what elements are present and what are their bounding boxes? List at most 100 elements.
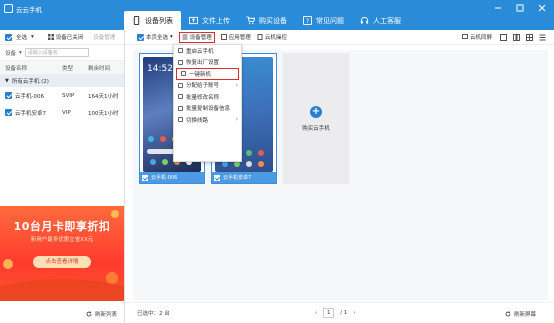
column-header-type: 类型 xyxy=(62,65,74,72)
buy-device-card[interactable]: + 购买云手机 xyxy=(283,53,349,184)
chevron-down-icon: ▾ xyxy=(170,34,173,40)
search-scope-label[interactable]: 设备 xyxy=(5,49,16,57)
copy-icon xyxy=(178,105,183,111)
group-label: 所有云手机 (2) xyxy=(11,79,49,85)
view-grid-medium-icon[interactable] xyxy=(513,33,520,41)
view-grid-small-icon[interactable] xyxy=(526,33,533,41)
pagination: ‹ 1 / 1 › xyxy=(315,308,356,318)
device-remaining: 164天1小时 xyxy=(88,93,119,100)
buy-device-label: 购买云手机 xyxy=(302,125,330,132)
menu-item-new-device[interactable]: 一键新机 xyxy=(176,68,239,80)
svg-text:?: ? xyxy=(306,18,309,25)
column-header-remaining: 剩余时间 xyxy=(88,65,111,72)
upload-icon xyxy=(189,16,198,25)
device-manage-button[interactable]: 设备管理 xyxy=(178,31,215,43)
search-input[interactable]: 请输入设备名 xyxy=(24,48,89,57)
edit-icon xyxy=(178,94,183,100)
cloud-control-button[interactable]: 云机操控 xyxy=(257,33,287,41)
restart-icon xyxy=(178,48,183,54)
device-group[interactable]: ▼ 所有云手机 (2) xyxy=(0,75,124,87)
search-bar: 设备 ▾ 请输入设备名 xyxy=(0,45,124,60)
menu-item-batch-copy[interactable]: 批量复制设备信息 xyxy=(174,103,241,115)
tab-faq[interactable]: ? 常见问题 xyxy=(295,11,352,30)
select-page-check-icon xyxy=(137,33,144,41)
monitor-icon xyxy=(462,34,468,39)
select-page-checkbox[interactable]: 本页全选 ▾ xyxy=(137,33,173,41)
page-total: / 1 xyxy=(340,310,348,316)
menu-item-switch-line[interactable]: 切换线路 › xyxy=(174,114,241,126)
refresh-icon xyxy=(86,311,92,317)
menu-item-restart[interactable]: 重启云手机 xyxy=(174,45,241,57)
device-name: 云手机-006 xyxy=(15,93,44,100)
set-closed-button[interactable]: 设备已关闭 xyxy=(47,33,83,41)
close-icon[interactable] xyxy=(537,3,546,12)
view-grid-large-icon[interactable] xyxy=(500,33,507,41)
cart-icon xyxy=(246,16,255,25)
chevron-right-icon: › xyxy=(235,81,238,89)
device-checkbox[interactable] xyxy=(214,174,220,181)
main-panel: 本页全选 ▾ 设备管理 应用管理 云机操控 云机同屏 14:52 云手机-006… xyxy=(125,30,554,323)
column-header-name: 设备名称 xyxy=(5,65,28,72)
minimize-icon[interactable] xyxy=(493,3,502,12)
app-logo-icon xyxy=(4,4,13,13)
promo-headline: 10台月卡即享折扣 xyxy=(13,220,111,233)
sync-screen-button[interactable]: 云机同屏 xyxy=(462,33,492,41)
promo-subtitle: 新用户最多优惠立省XX元 xyxy=(30,237,94,243)
prev-page-icon[interactable]: ‹ xyxy=(315,310,317,316)
device-card-footer: 云手机安卓7 xyxy=(212,172,276,183)
select-all-checkbox[interactable] xyxy=(5,33,12,41)
device-card-footer: 云手机-006 xyxy=(140,172,204,183)
device-card-name: 云手机-006 xyxy=(151,175,178,181)
promo-banner[interactable]: 10台月卡即享折扣 新用户最多优惠立省XX元 点击查看详情 xyxy=(0,206,124,301)
device-table-header: 设备名称 类型 剩余时间 xyxy=(0,60,124,75)
app-manage-button[interactable]: 应用管理 xyxy=(220,33,251,41)
switch-icon xyxy=(178,117,183,123)
apps-icon xyxy=(220,34,227,40)
tab-device-list[interactable]: 设备列表 xyxy=(124,11,181,30)
device-type: SVIP xyxy=(62,92,75,99)
grid-icon xyxy=(47,34,54,40)
chevron-right-icon: › xyxy=(235,116,238,123)
new-device-icon xyxy=(181,71,186,77)
tab-file-upload[interactable]: 文件上传 xyxy=(181,11,238,30)
tab-customer-service[interactable]: 人工客服 xyxy=(352,11,409,30)
menu-item-factory-reset[interactable]: 恢复出厂设置 xyxy=(174,57,241,69)
select-dropdown-icon[interactable]: ▾ xyxy=(31,34,34,40)
refresh-list-button[interactable]: 刷新列表 xyxy=(86,310,117,318)
tab-buy-device[interactable]: 购买设备 xyxy=(238,11,295,30)
expand-triangle-icon: ▼ xyxy=(5,78,9,84)
menu-item-batch-rename[interactable]: 批量修改名称 xyxy=(174,91,241,103)
menu-item-assign-subaccount[interactable]: 分配给子账号 › xyxy=(174,80,241,92)
view-list-icon[interactable] xyxy=(539,34,546,41)
device-card-name: 云手机安卓7 xyxy=(223,175,252,181)
question-icon: ? xyxy=(303,16,312,25)
set-group-button[interactable]: 设备管理 xyxy=(93,33,115,41)
row-checkbox[interactable] xyxy=(5,92,12,99)
document-icon xyxy=(257,34,263,40)
selected-count: 已选中：2 台 xyxy=(137,311,170,317)
refresh-screen-button[interactable]: 刷新屏幕 xyxy=(505,310,536,318)
page-input[interactable]: 1 xyxy=(323,308,335,318)
device-checkbox[interactable] xyxy=(142,174,148,181)
svg-text:14:52: 14:52 xyxy=(147,64,173,74)
table-row[interactable]: 云手机-006 SVIP 164天1小时 xyxy=(0,87,124,104)
device-remaining: 100天1小时 xyxy=(88,110,119,117)
app-title: 云云手机 xyxy=(16,6,42,14)
plus-icon: + xyxy=(310,105,322,118)
main-tabs: 设备列表 文件上传 购买设备 ? 常见问题 人工客服 xyxy=(124,11,409,30)
status-bar: 已选中：2 台 ‹ 1 / 1 › 刷新屏幕 xyxy=(125,302,554,323)
sidebar-toolbar: 全选 ▾ 设备已关闭 设备管理 xyxy=(0,30,124,45)
maximize-icon[interactable] xyxy=(515,3,524,12)
refresh-icon xyxy=(505,311,511,317)
device-type: VIP xyxy=(62,109,71,116)
user-icon xyxy=(178,82,183,88)
title-bar: 云云手机 设备列表 文件上传 购买设备 ? 常见问题 人工客服 xyxy=(0,0,554,30)
chevron-down-icon: ▾ xyxy=(19,49,22,56)
headset-icon xyxy=(360,16,369,24)
row-checkbox[interactable] xyxy=(5,109,12,116)
phone-icon xyxy=(133,16,140,25)
table-row[interactable]: 云手机安卓7 VIP 100天1小时 xyxy=(0,104,124,121)
promo-cta-button[interactable]: 点击查看详情 xyxy=(33,256,91,268)
window-controls xyxy=(493,3,546,12)
next-page-icon[interactable]: › xyxy=(353,310,355,316)
